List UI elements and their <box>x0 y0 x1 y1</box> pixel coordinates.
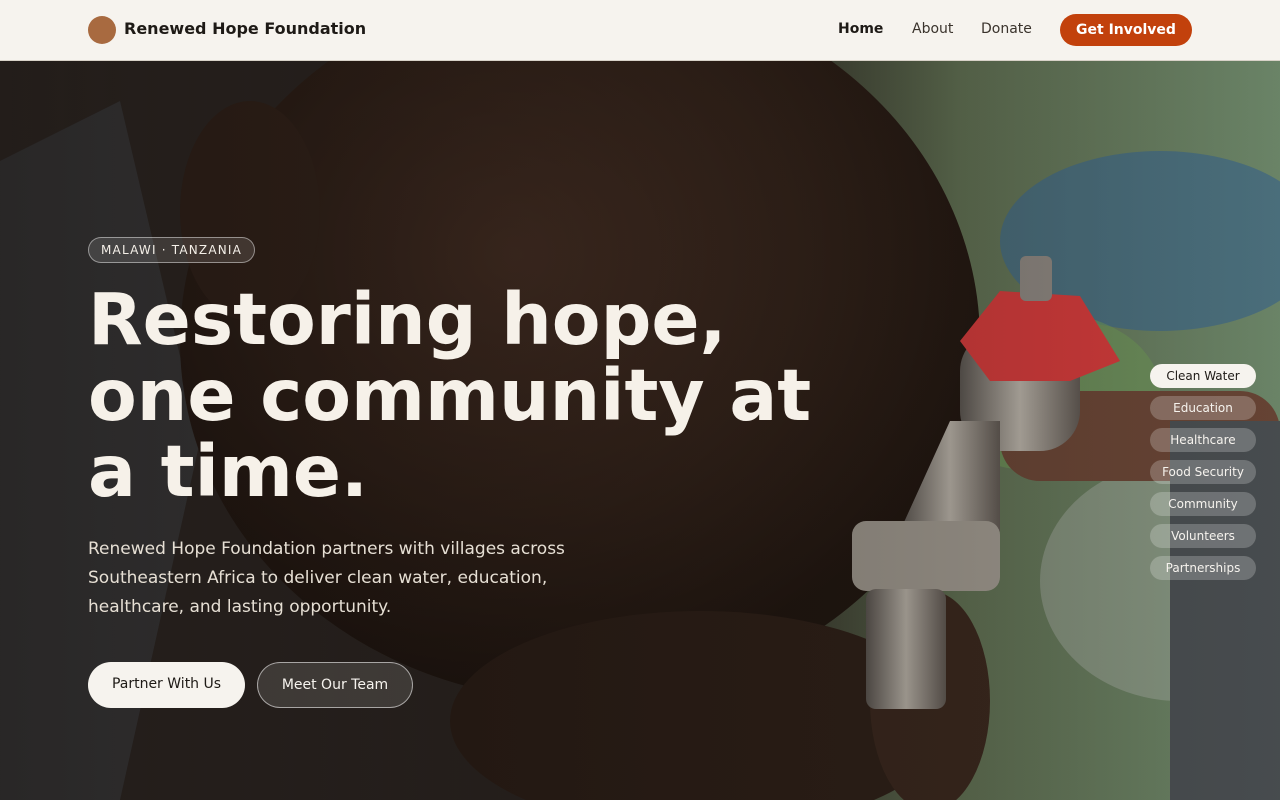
hero-subcopy: Renewed Hope Foundation partners with vi… <box>88 539 565 617</box>
topic-volunteers[interactable]: Volunteers <box>1150 524 1256 548</box>
topic-healthcare[interactable]: Healthcare <box>1150 428 1256 452</box>
meet-our-team-button[interactable]: Meet Our Team <box>257 662 413 708</box>
hero-headline: Restoring hope, one community at a time. <box>88 278 812 513</box>
topic-community[interactable]: Community <box>1150 492 1256 516</box>
region-tag: MALAWI · TANZANIA <box>88 237 256 263</box>
nav-donate[interactable]: Donate <box>981 21 1032 37</box>
topic-food-security[interactable]: Food Security <box>1150 460 1256 484</box>
topic-education[interactable]: Education <box>1150 396 1256 420</box>
topic-clean-water[interactable]: Clean Water <box>1150 364 1256 388</box>
partner-with-us-button[interactable]: Partner With Us <box>88 662 245 708</box>
nav-home[interactable]: Home <box>838 21 883 37</box>
get-involved-button[interactable]: Get Involved <box>1060 14 1192 46</box>
site-header: Renewed Hope Foundation Home About Donat… <box>0 0 1280 61</box>
brand-name[interactable]: Renewed Hope Foundation <box>124 19 366 38</box>
nav-about[interactable]: About <box>912 21 953 37</box>
topic-partnerships[interactable]: Partnerships <box>1150 556 1256 580</box>
hero-section: MALAWI · TANZANIA Restoring hope, one co… <box>0 61 1280 800</box>
logo-circle-icon[interactable] <box>88 16 116 44</box>
